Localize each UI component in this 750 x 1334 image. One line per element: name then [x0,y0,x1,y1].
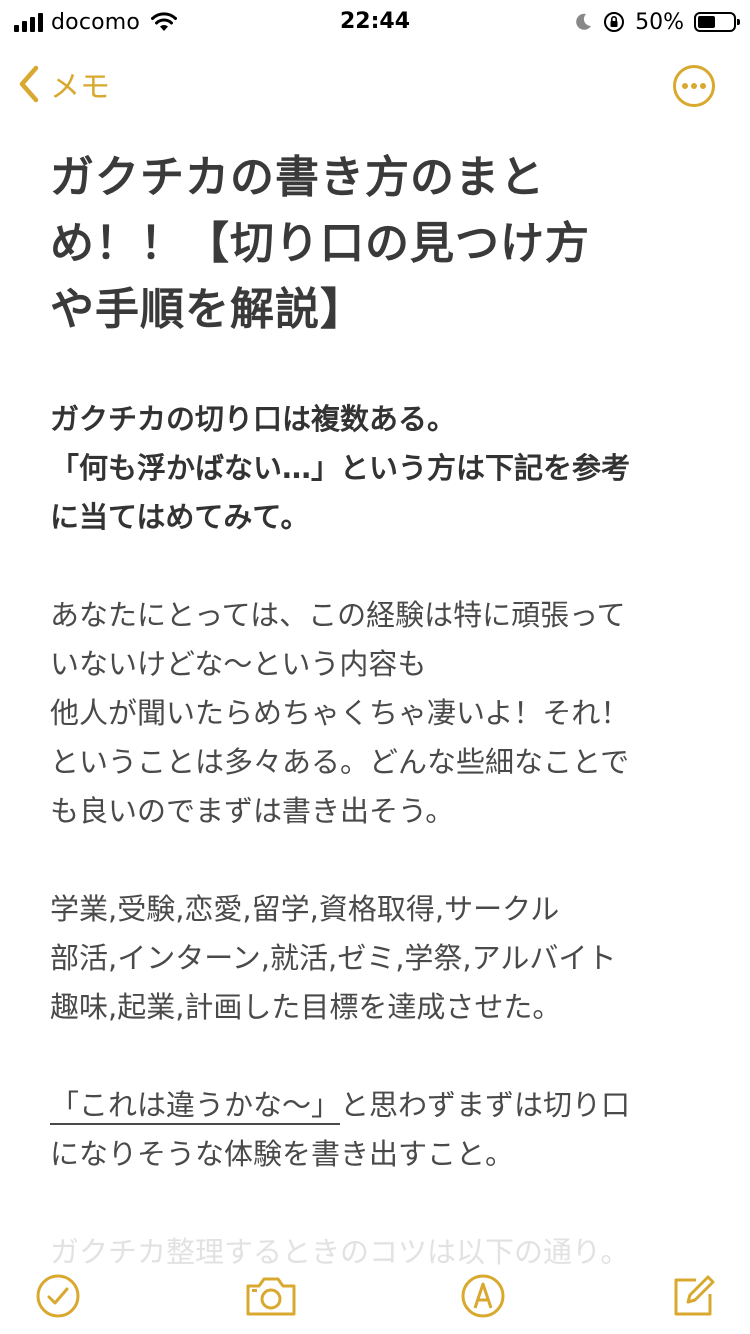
text-line: に当てはめてみて。 [50,500,310,534]
battery-percent: 50% [635,9,684,35]
text-line: も良いのでまずは書き出そう。 [50,794,455,828]
moon-icon [576,13,592,30]
text-line: 学業,受験,恋愛,留学,資格取得,サークル [50,892,560,926]
checkmark-icon [36,1274,80,1318]
text-line: 趣味,起業,計画した目標を達成させた。 [50,990,562,1024]
body-paragraph-1[interactable]: あなたにとっては、この経験は特に頑張って いないけどな〜という内容も 他人が聞い… [50,591,700,836]
title-line: ガクチカの書き方のまと [50,152,545,203]
camera-button[interactable] [244,1272,298,1320]
note-title[interactable]: ガクチカの書き方のまと め！！【切り口の見つけ方 や手順を解説】 [50,145,700,343]
text-line: あなたにとっては、この経験は特に頑張って [50,598,626,632]
bottom-toolbar [0,1266,750,1334]
back-button[interactable]: メモ [16,62,110,106]
compose-icon [674,1275,715,1316]
text-line: ガクチカ整理するときのコツは以下の通り。 [50,1235,630,1269]
checklist-button[interactable] [34,1272,82,1320]
text-line: になりそうな体験を書き出すこと。 [50,1137,515,1171]
compose-button[interactable] [670,1272,718,1320]
title-line: め！！【切り口の見つけ方 [50,218,590,269]
note-body[interactable]: ガクチカの書き方のまと め！！【切り口の見つけ方 や手順を解説】 ガクチカの切り… [50,145,700,1277]
text-line: いないけどな〜という内容も [50,647,427,681]
battery-icon [694,12,740,32]
status-bar: docomo 22:44 50% [0,0,750,44]
markup-button[interactable] [459,1272,507,1320]
camera-icon [246,1277,296,1316]
orientation-lock-icon [604,12,625,32]
back-label: メモ [50,70,110,105]
text-line: ということは多々ある。どんな些細なことで [50,745,630,779]
title-line: や手順を解説】 [50,284,365,335]
underlined-text: 「これは違うかな〜」 [50,1088,341,1122]
status-right: 50% [573,6,740,38]
text-line: 部活,インターン,就活,ゼミ,学祭,アルバイト [50,941,617,975]
text-line: 他人が聞いたらめちゃくちゃ凄いよ！それ！ [50,696,630,730]
body-paragraph-2[interactable]: 学業,受験,恋愛,留学,資格取得,サークル 部活,インターン,就活,ゼミ,学祭,… [50,885,700,1032]
more-options-button[interactable] [672,64,716,108]
chevron-left-icon [19,65,39,103]
intro-paragraph[interactable]: ガクチカの切り口は複数ある。 「何も浮かばない…」という方は下記を参考 に当ては… [50,395,700,542]
markup-icon [461,1274,505,1318]
text-line: ガクチカの切り口は複数ある。 [50,402,457,436]
text-line: と思わずまずは切り口 [340,1088,631,1122]
body-paragraph-3[interactable]: 「これは違うかな〜」と思わずまずは切り口 になりそうな体験を書き出すこと。 [50,1081,700,1179]
nav-bar: メモ [0,44,750,124]
ellipsis-circle-icon [673,65,715,107]
text-line: 「何も浮かばない…」という方は下記を参考 [50,451,631,485]
